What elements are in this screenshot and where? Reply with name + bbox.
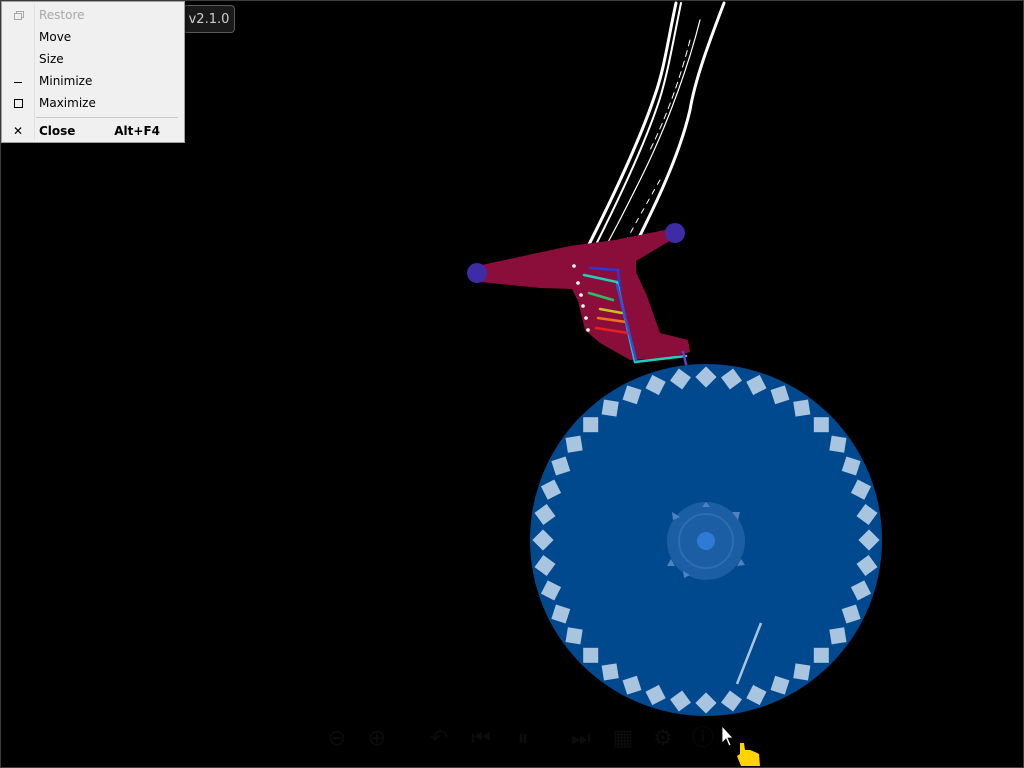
cog-wheel[interactable] (530, 364, 882, 716)
menu-item-label: Minimize (39, 74, 93, 88)
zoom-in-icon[interactable]: ⊕ (364, 726, 390, 752)
undo-icon[interactable]: ↶ (426, 726, 452, 752)
maximize-icon (10, 95, 26, 111)
trace-line (594, 19, 701, 266)
zoom-out-icon[interactable]: ⊖ (324, 726, 350, 752)
mouse-cursors (721, 724, 760, 766)
wheel-tooth (583, 417, 599, 433)
minimize-icon (10, 73, 26, 89)
pivot-left[interactable] (467, 263, 487, 283)
arrow-cursor (721, 724, 734, 747)
step-back-icon[interactable]: ⏮ (468, 726, 494, 752)
settings-icon[interactable]: ⚙ (650, 726, 676, 752)
wheel-tooth (829, 435, 847, 453)
wheel-tooth (601, 399, 619, 417)
menu-item-maximize[interactable]: Maximize (4, 92, 182, 114)
wheel-tooth (793, 399, 811, 417)
restore-icon (10, 7, 26, 23)
menu-item-label: Close (39, 124, 76, 138)
info-icon[interactable]: ⓘ (690, 726, 716, 752)
menu-separator (36, 117, 178, 118)
menu-item-minimize[interactable]: Minimize (4, 70, 182, 92)
menu-item-move[interactable]: Move (4, 26, 182, 48)
wheel-hub-center[interactable] (697, 532, 715, 550)
menu-item-label: Maximize (39, 96, 96, 110)
lever-body (477, 229, 690, 360)
lever-arm[interactable] (467, 223, 690, 374)
pause-icon[interactable]: ⏸ (510, 726, 536, 752)
wheel-tooth (813, 647, 829, 663)
step-forward-icon[interactable]: ⏭ (568, 726, 594, 752)
menu-item-label: Restore (39, 8, 85, 22)
close-icon: ✕ (12, 124, 24, 138)
wheel-tooth (565, 627, 583, 645)
bottom-toolbar: ⊖ ⊕ ↶ ⏮ ⏸ ⏭ ▦ ⚙ ⓘ (320, 718, 720, 760)
menu-item-label: Move (39, 30, 72, 44)
menu-item-label: Size (39, 52, 64, 66)
wheel-tooth (583, 647, 599, 663)
wheel-tooth (793, 663, 811, 681)
wheel-tooth (813, 417, 829, 433)
wheel-tooth (829, 627, 847, 645)
menu-item-shortcut: Alt+F4 (114, 124, 160, 138)
menu-item-size[interactable]: Size (4, 48, 182, 70)
version-badge: v2.1.0 (183, 5, 235, 33)
menu-item-close[interactable]: ✕ Close Alt+F4 (4, 120, 182, 142)
wheel-tooth (601, 663, 619, 681)
pivot-right[interactable] (665, 223, 685, 243)
wheel-tooth (565, 435, 583, 453)
grid-icon[interactable]: ▦ (610, 726, 636, 752)
menu-item-restore[interactable]: Restore (4, 4, 182, 26)
system-menu: Restore Move Size Minimize Maximize ✕ Cl… (1, 1, 185, 143)
hand-cursor (737, 743, 760, 766)
